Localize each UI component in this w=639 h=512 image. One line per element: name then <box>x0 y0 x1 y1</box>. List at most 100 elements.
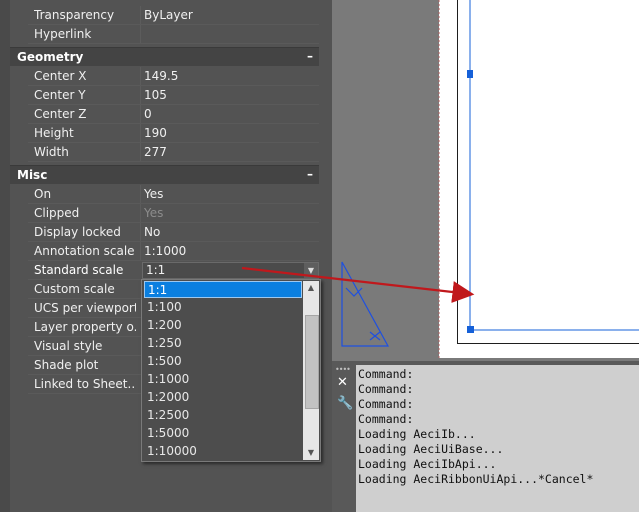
prop-label: Standard scale <box>34 263 124 277</box>
row-divider <box>140 86 141 105</box>
collapse-icon[interactable]: – <box>307 167 313 181</box>
command-line-window: •••• ✕ 🔧 Command: Command: Command: Comm… <box>332 361 639 512</box>
layout-border <box>457 0 639 344</box>
standard-scale-combobox[interactable]: 1:1 ▼ <box>142 262 319 279</box>
scale-option[interactable]: 1:2500 <box>144 407 300 423</box>
prop-value[interactable]: 190 <box>144 126 167 140</box>
option-label: 1:100 <box>147 300 182 314</box>
command-line-text: Loading AeciIbApi... <box>358 457 497 471</box>
option-label: 1:1 <box>148 283 168 297</box>
command-line-text: Command: <box>358 397 414 411</box>
row-divider <box>140 124 141 143</box>
prop-label: Custom scale <box>34 282 115 296</box>
row-divider <box>140 25 141 44</box>
prop-label: Width <box>34 145 69 159</box>
scale-option[interactable]: 1:200 <box>144 317 300 333</box>
chevron-down-icon[interactable]: ▼ <box>304 263 318 278</box>
prop-label: Center Z <box>34 107 87 121</box>
prop-row-hyperlink[interactable]: Hyperlink <box>28 25 319 44</box>
wrench-icon[interactable]: 🔧 <box>337 396 353 411</box>
close-icon[interactable]: ✕ <box>337 375 348 390</box>
prop-label: Height <box>34 126 74 140</box>
scale-option[interactable]: 1:2000 <box>144 389 300 405</box>
prop-label: On <box>34 187 52 201</box>
prop-label: UCS per viewport <box>34 301 136 315</box>
option-label: 1:250 <box>147 336 182 350</box>
row-line <box>28 161 319 162</box>
scale-option[interactable]: 1:500 <box>144 353 300 369</box>
combobox-value: 1:1 <box>146 263 166 277</box>
prop-value[interactable]: ByLayer <box>144 8 193 22</box>
section-title: Misc <box>17 168 48 182</box>
prop-label: Annotation scale <box>34 244 135 258</box>
prop-label: Transparency <box>34 8 115 22</box>
dropdown-scrollbar[interactable]: ▲ ▼ <box>303 281 319 460</box>
standard-scale-dropdown-list[interactable]: 1:1 1:100 1:200 1:250 1:500 1:1000 1:200… <box>141 279 321 462</box>
prop-label: Linked to Sheet... <box>34 377 136 391</box>
scale-option[interactable]: 1:5000 <box>144 425 300 441</box>
scroll-down-icon[interactable]: ▼ <box>303 446 319 460</box>
option-label: 1:1000 <box>147 372 190 386</box>
prop-label: Center Y <box>34 88 86 102</box>
row-line <box>28 43 319 44</box>
section-geometry[interactable]: Geometry – <box>10 47 319 66</box>
row-divider <box>140 6 141 25</box>
command-line-text: Loading AeciUiBase... <box>358 442 504 456</box>
section-title: Geometry <box>17 50 84 64</box>
option-label: 1:10000 <box>147 444 197 458</box>
prop-row-annotation-scale[interactable]: Annotation scale 1:1000 <box>28 242 319 261</box>
prop-label: Visual style <box>34 339 103 353</box>
scale-option[interactable]: 1:1000 <box>144 371 300 387</box>
prop-label: Shade plot <box>34 358 99 372</box>
prop-label: Clipped <box>34 206 80 220</box>
command-line-text: Loading AeciIb... <box>358 427 476 441</box>
scale-option-selected[interactable]: 1:1 <box>144 281 302 298</box>
prop-value[interactable]: No <box>144 225 160 239</box>
prop-row-width[interactable]: Width 277 <box>28 143 319 162</box>
prop-value[interactable]: 105 <box>144 88 167 102</box>
prop-label: Center X <box>34 69 87 83</box>
properties-palette: Transparency ByLayer Hyperlink Geometry … <box>0 0 332 512</box>
prop-row-clipped[interactable]: Clipped Yes <box>28 204 319 223</box>
section-misc[interactable]: Misc – <box>10 165 319 184</box>
prop-row-center-x[interactable]: Center X 149.5 <box>28 67 319 86</box>
row-divider <box>140 204 141 223</box>
prop-row-center-y[interactable]: Center Y 105 <box>28 86 319 105</box>
prop-row-on[interactable]: On Yes <box>28 185 319 204</box>
option-label: 1:2000 <box>147 390 190 404</box>
prop-row-center-z[interactable]: Center Z 0 <box>28 105 319 124</box>
prop-row-display-locked[interactable]: Display locked No <box>28 223 319 242</box>
collapse-icon[interactable]: – <box>307 49 313 63</box>
option-label: 1:200 <box>147 318 182 332</box>
prop-value[interactable]: 149.5 <box>144 69 178 83</box>
prop-label: Layer property o... <box>34 320 136 334</box>
prop-value[interactable]: 0 <box>144 107 152 121</box>
row-divider <box>140 223 141 242</box>
row-divider <box>140 67 141 86</box>
option-label: 1:500 <box>147 354 182 368</box>
command-line-text: Command: <box>358 412 414 426</box>
option-label: 1:5000 <box>147 426 190 440</box>
scale-option[interactable]: 1:10000 <box>144 443 300 459</box>
command-line-text: Loading AeciRibbonUiApi...*Cancel* <box>358 472 594 486</box>
command-line-text: Command: <box>358 382 414 396</box>
prop-value[interactable]: Yes <box>144 187 163 201</box>
command-line-handle[interactable]: •••• ✕ 🔧 <box>332 361 355 512</box>
prop-value[interactable]: 277 <box>144 145 167 159</box>
prop-row-height[interactable]: Height 190 <box>28 124 319 143</box>
prop-label: Display locked <box>34 225 121 239</box>
prop-row-transparency[interactable]: Transparency ByLayer <box>28 6 319 25</box>
command-history[interactable]: Command: Command: Command: Command: Load… <box>356 365 639 512</box>
row-divider <box>140 242 141 261</box>
row-divider <box>140 105 141 124</box>
prop-row-standard-scale[interactable]: Standard scale 1:1 ▼ <box>28 261 319 280</box>
scrollbar-thumb[interactable] <box>305 315 319 409</box>
grip-icon[interactable]: •••• <box>335 365 352 374</box>
scroll-up-icon[interactable]: ▲ <box>303 281 319 295</box>
palette-side-strip <box>0 0 10 512</box>
prop-value[interactable]: 1:1000 <box>144 244 186 258</box>
prop-value: Yes <box>144 206 164 220</box>
scale-option[interactable]: 1:250 <box>144 335 300 351</box>
scale-option[interactable]: 1:100 <box>144 299 300 315</box>
prop-label: Hyperlink <box>34 27 92 41</box>
